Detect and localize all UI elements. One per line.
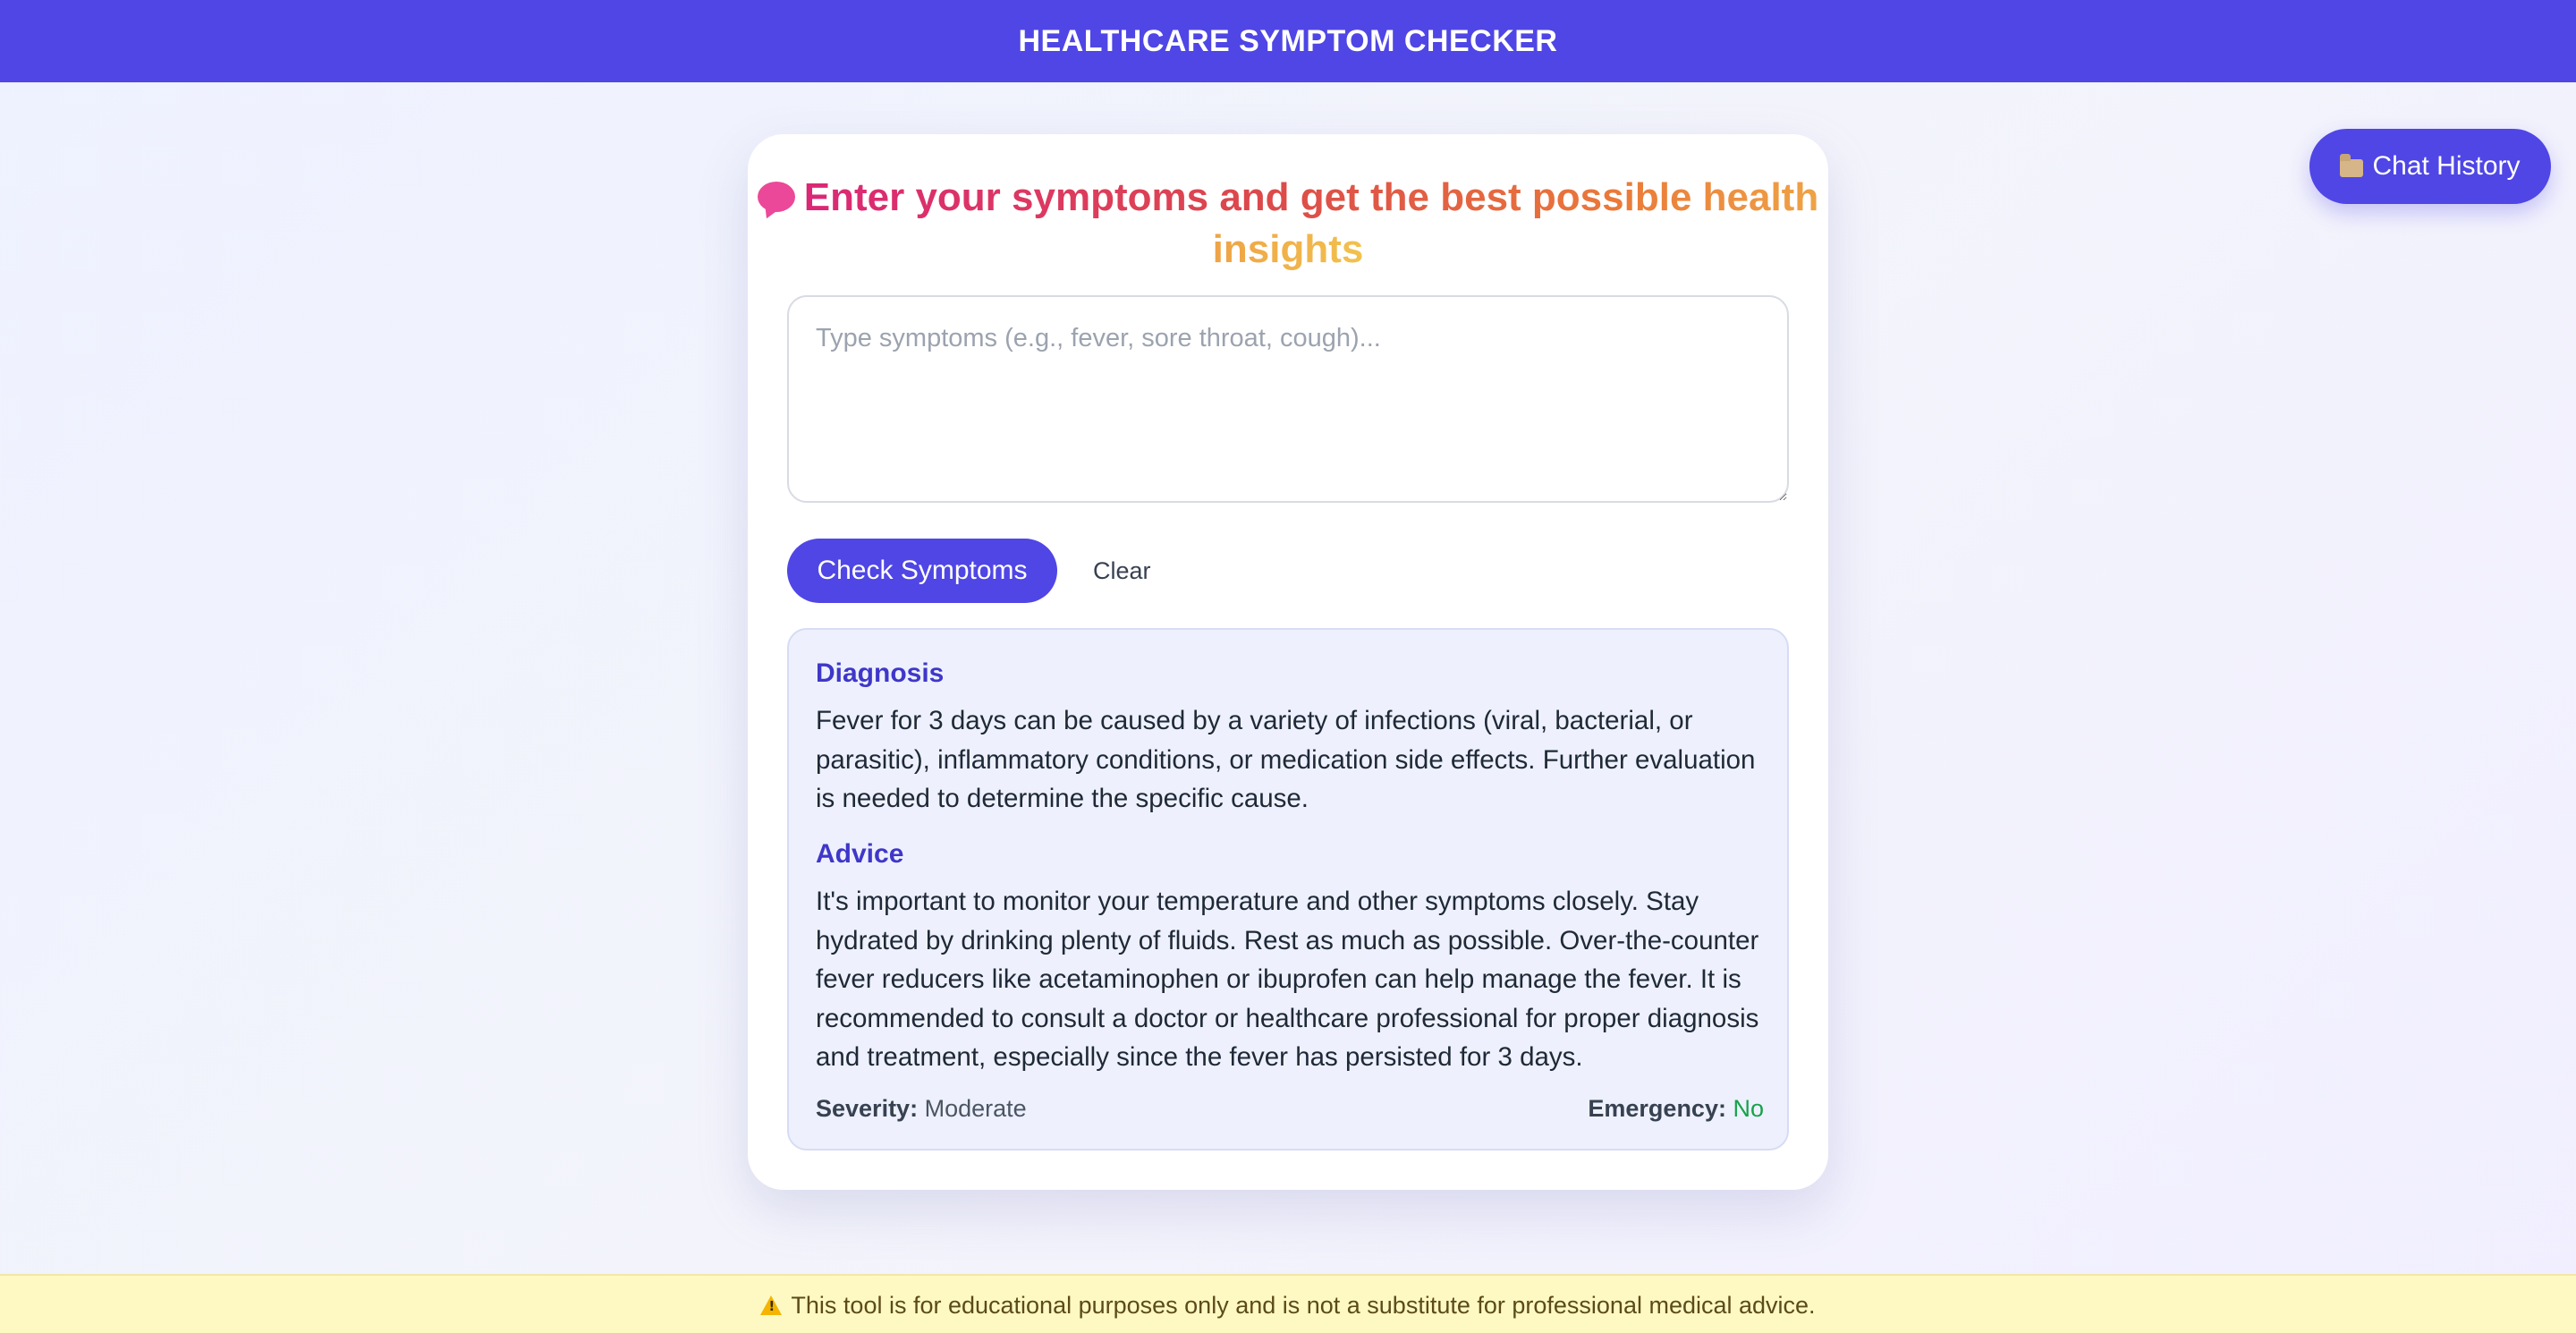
symptom-checker-card: Enter your symptoms and get the best pos… — [748, 134, 1828, 1190]
folder-icon — [2340, 154, 2364, 177]
warning-icon — [760, 1295, 783, 1315]
disclaimer-footer: This tool is for educational purposes on… — [0, 1274, 2576, 1333]
advice-text: It's important to monitor your temperatu… — [816, 887, 1759, 1072]
advice-heading: Advice — [816, 839, 904, 869]
clear-button[interactable]: Clear — [1082, 539, 1162, 603]
chat-history-button[interactable]: Chat History — [2309, 129, 2551, 204]
diagnosis-heading: Diagnosis — [816, 658, 945, 688]
severity-indicator: Severity: Moderate — [816, 1095, 1027, 1123]
emergency-indicator: Emergency: No — [1588, 1095, 1764, 1123]
disclaimer-text: This tool is for educational purposes on… — [791, 1291, 1816, 1319]
severity-value: Moderate — [924, 1095, 1027, 1122]
result-meta-row: Severity: Moderate Emergency: No — [816, 1095, 1764, 1123]
check-symptoms-button[interactable]: Check Symptoms — [787, 539, 1057, 603]
chat-history-label: Chat History — [2372, 151, 2521, 181]
speech-bubble-icon — [757, 182, 795, 212]
top-bar: HEALTHCARE SYMPTOM CHECKER — [0, 0, 2576, 82]
app-title: HEALTHCARE SYMPTOM CHECKER — [1018, 23, 1558, 58]
symptom-input[interactable] — [787, 295, 1789, 503]
results-panel: Diagnosis Fever for 3 days can be caused… — [787, 628, 1789, 1150]
severity-label: Severity: — [816, 1095, 919, 1122]
emergency-label: Emergency: — [1588, 1095, 1726, 1122]
diagnosis-text: Fever for 3 days can be caused by a vari… — [816, 706, 1756, 813]
card-heading-text: Enter your symptoms and get the best pos… — [803, 175, 1819, 271]
emergency-value: No — [1733, 1095, 1764, 1122]
card-heading: Enter your symptoms and get the best pos… — [748, 172, 1828, 276]
